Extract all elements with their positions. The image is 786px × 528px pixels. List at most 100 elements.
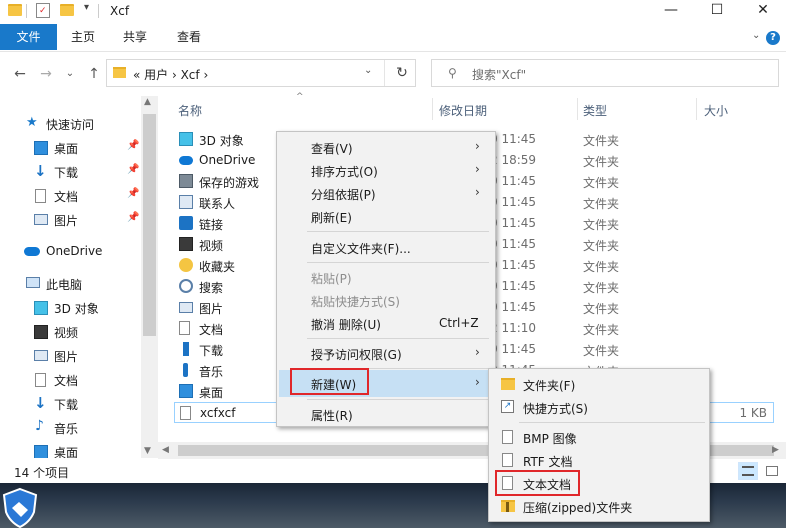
file-type: 文件夹 [583,218,620,232]
file-date: 2 11:10 [490,321,537,335]
menu-item-view[interactable]: 查看(V) › [277,136,495,159]
nav-item-3d-objects[interactable]: 3D 对象 [0,297,140,319]
menu-item-refresh[interactable]: 刷新(E) [277,205,495,228]
music-icon: ♪ [35,418,44,434]
submenu-item-bmp[interactable]: BMP 图像 [489,426,709,449]
column-divider[interactable] [577,98,578,120]
nav-item-videos[interactable]: 视频 [0,321,140,343]
file-name: 收藏夹 [199,260,236,274]
nav-quick-access[interactable]: ★ 快速访问 [0,113,140,135]
file-name: 图片 [199,302,224,316]
file-type: 文件夹 [583,155,620,169]
nav-this-pc[interactable]: 此电脑 [0,273,140,295]
tab-view[interactable]: 查看 [177,24,201,50]
column-date[interactable]: 修改日期 [439,102,487,124]
up-icon[interactable]: ↑ [84,64,104,84]
tab-file[interactable]: 文件 [0,24,57,50]
column-divider[interactable] [432,98,433,120]
menu-label: 快捷方式(S) [523,402,588,416]
menu-item-customize-folder[interactable]: 自定义文件夹(F)... [277,236,495,259]
recent-locations-icon[interactable]: ⌄ [60,64,80,84]
nav-scrollbar-thumb[interactable] [143,114,156,336]
scroll-left-icon[interactable]: ◀ [162,445,169,455]
nav-item-pictures-pc[interactable]: 图片 [0,345,140,367]
menu-item-properties[interactable]: 属性(R) [277,403,495,426]
pin-icon[interactable]: 📌 [127,140,139,151]
minimize-button[interactable]: — [648,0,694,22]
menu-label: 排序方式(O) [311,165,378,179]
menu-label: 属性(R) [311,409,353,423]
breadcrumb[interactable]: « 用户 › Xcf › [133,66,208,83]
file-date: 0 11:45 [490,216,537,230]
expand-ribbon-icon[interactable]: ⌄ [752,30,760,41]
document-icon [35,373,46,387]
submenu-item-shortcut[interactable]: ↗ 快捷方式(S) [489,396,709,419]
menu-separator [519,422,705,423]
nav-item-documents-pc[interactable]: 文档 [0,369,140,391]
details-view-button[interactable] [738,462,758,480]
column-size[interactable]: 大小 [704,102,728,124]
file-date: 0 11:45 [490,195,537,209]
search-box[interactable]: ⚲ 搜索"Xcf" [431,59,779,87]
nav-label: 图片 [54,350,79,364]
pin-icon[interactable]: 📌 [127,188,139,199]
column-divider[interactable] [696,98,697,120]
submenu-arrow-icon: › [475,139,480,153]
help-button[interactable]: ? [766,31,780,45]
properties-icon[interactable]: ✓ [36,3,50,18]
column-type[interactable]: 类型 [583,102,607,124]
nav-item-pictures[interactable]: 图片 📌 [0,209,140,231]
refresh-icon[interactable]: ↻ [391,62,413,84]
submenu-item-zip[interactable]: 压缩(zipped)文件夹 [489,495,709,518]
menu-item-grant-access[interactable]: 授予访问权限(G) › [277,342,495,365]
pin-icon[interactable]: 📌 [127,212,139,223]
large-icons-view-button[interactable] [762,462,782,480]
submenu-item-rtf[interactable]: RTF 文档 [489,449,709,472]
document-icon [35,189,46,203]
tab-share[interactable]: 共享 [123,24,147,50]
menu-item-sort[interactable]: 排序方式(O) › [277,159,495,182]
forward-icon[interactable]: → [36,64,56,84]
menu-item-group[interactable]: 分组依据(P) › [277,182,495,205]
nav-onedrive[interactable]: OneDrive [0,241,140,263]
file-date: 2 18:59 [490,153,537,167]
nav-item-music[interactable]: ♪ 音乐 [0,417,140,439]
downloads-icon [183,342,189,356]
nav-label: 下载 [54,398,79,412]
nav-item-desktop-pc[interactable]: 桌面 [0,441,140,458]
menu-label: 压缩(zipped)文件夹 [523,501,633,515]
nav-item-desktop[interactable]: 桌面 📌 [0,137,140,159]
file-type: 文件夹 [583,239,620,253]
pin-icon[interactable]: 📌 [127,164,139,175]
file-name: 文档 [199,323,224,337]
submenu-item-folder[interactable]: 文件夹(F) [489,373,709,396]
3d-objects-icon [179,132,193,146]
security-shield-icon[interactable] [0,486,40,528]
menu-separator [307,262,489,263]
file-date: 0 11:45 [490,279,537,293]
tab-home[interactable]: 主页 [71,24,95,50]
close-button[interactable]: ✕ [740,0,786,22]
video-icon [34,325,48,339]
column-name[interactable]: 名称 [178,102,202,124]
folder-icon [501,378,515,390]
highlight-box-text-document [495,470,580,496]
scroll-right-icon[interactable]: ▶ [772,445,779,455]
nav-item-documents[interactable]: 文档 📌 [0,185,140,207]
menu-item-undo-delete[interactable]: 撤消 删除(U) Ctrl+Z [277,312,495,335]
scroll-up-icon[interactable]: ▲ [144,97,151,107]
maximize-button[interactable]: ☐ [694,0,740,22]
nav-item-downloads[interactable]: ↓ 下载 📌 [0,161,140,183]
address-dropdown-icon[interactable]: ⌄ [364,65,372,76]
file-date: 0 11:45 [490,132,537,146]
nav-item-downloads-pc[interactable]: ↓ 下载 [0,393,140,415]
quick-access-toolbar-dropdown-icon[interactable]: ▾ [84,2,89,13]
search-input[interactable]: 搜索"Xcf" [472,66,526,83]
desktop-icon [179,384,193,398]
new-folder-icon[interactable] [60,4,74,16]
file-type: 文件夹 [583,260,620,274]
new-submenu: 文件夹(F) ↗ 快捷方式(S) BMP 图像 RTF 文档 文本文档 压缩(z… [488,368,710,522]
menu-separator [307,231,489,232]
back-icon[interactable]: ← [10,64,30,84]
scroll-down-icon[interactable]: ▼ [144,446,151,456]
